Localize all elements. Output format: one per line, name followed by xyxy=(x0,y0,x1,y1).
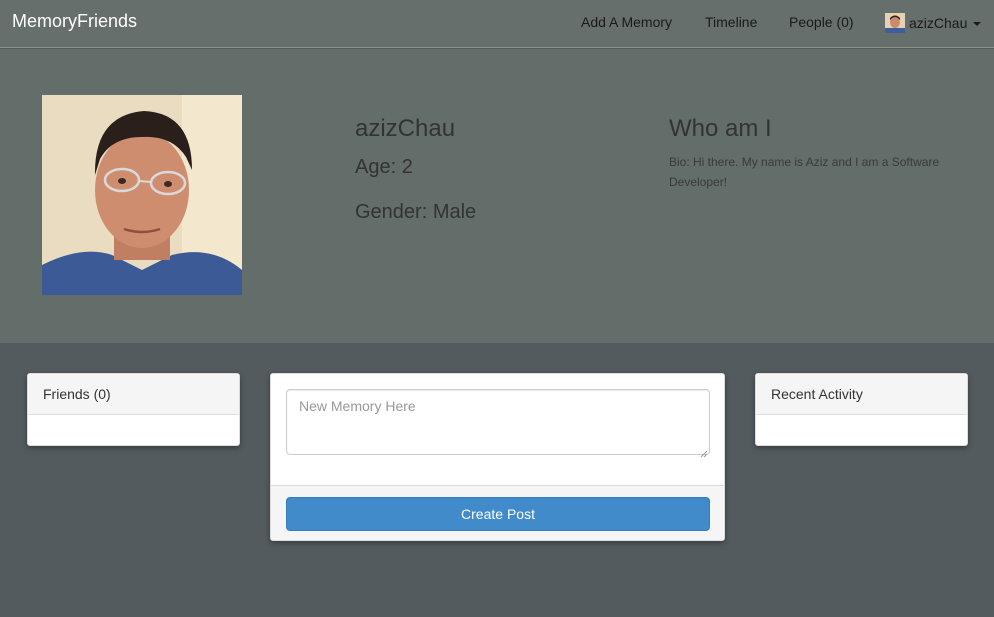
who-am-i-heading: Who am I xyxy=(669,115,772,142)
profile-header: azizChau Age: 2 Gender: Male Who am I Bi… xyxy=(0,49,994,343)
recent-activity-title: Recent Activity xyxy=(756,374,967,415)
brand-link[interactable]: MemoryFriends xyxy=(12,11,137,32)
top-navbar: MemoryFriends Add A Memory Timeline Peop… xyxy=(0,0,994,48)
user-name: azizChau xyxy=(909,15,968,31)
new-memory-input[interactable] xyxy=(286,389,710,455)
profile-age: Age: 2 xyxy=(355,156,413,178)
user-avatar xyxy=(885,13,905,33)
profile-name: azizChau xyxy=(355,115,456,142)
nav-people[interactable]: People (0) xyxy=(789,14,854,30)
friends-panel: Friends (0) xyxy=(27,373,240,446)
profile-photo xyxy=(42,95,242,295)
resize-grip-icon[interactable] xyxy=(700,445,708,458)
user-menu-dropdown[interactable]: azizChau xyxy=(885,12,982,34)
nav-add-memory[interactable]: Add A Memory xyxy=(581,14,672,30)
friends-panel-title: Friends (0) xyxy=(28,374,239,415)
post-panel-footer: Create Post xyxy=(271,485,724,540)
create-post-button[interactable]: Create Post xyxy=(286,497,710,531)
nav-timeline[interactable]: Timeline xyxy=(705,14,757,30)
chevron-down-icon xyxy=(973,22,982,26)
new-memory-panel: Create Post xyxy=(270,373,725,541)
recent-activity-panel: Recent Activity xyxy=(755,373,968,446)
profile-bio: Bio: Hi there. My name is Aziz and I am … xyxy=(669,155,940,189)
profile-gender: Gender: Male xyxy=(355,201,477,223)
